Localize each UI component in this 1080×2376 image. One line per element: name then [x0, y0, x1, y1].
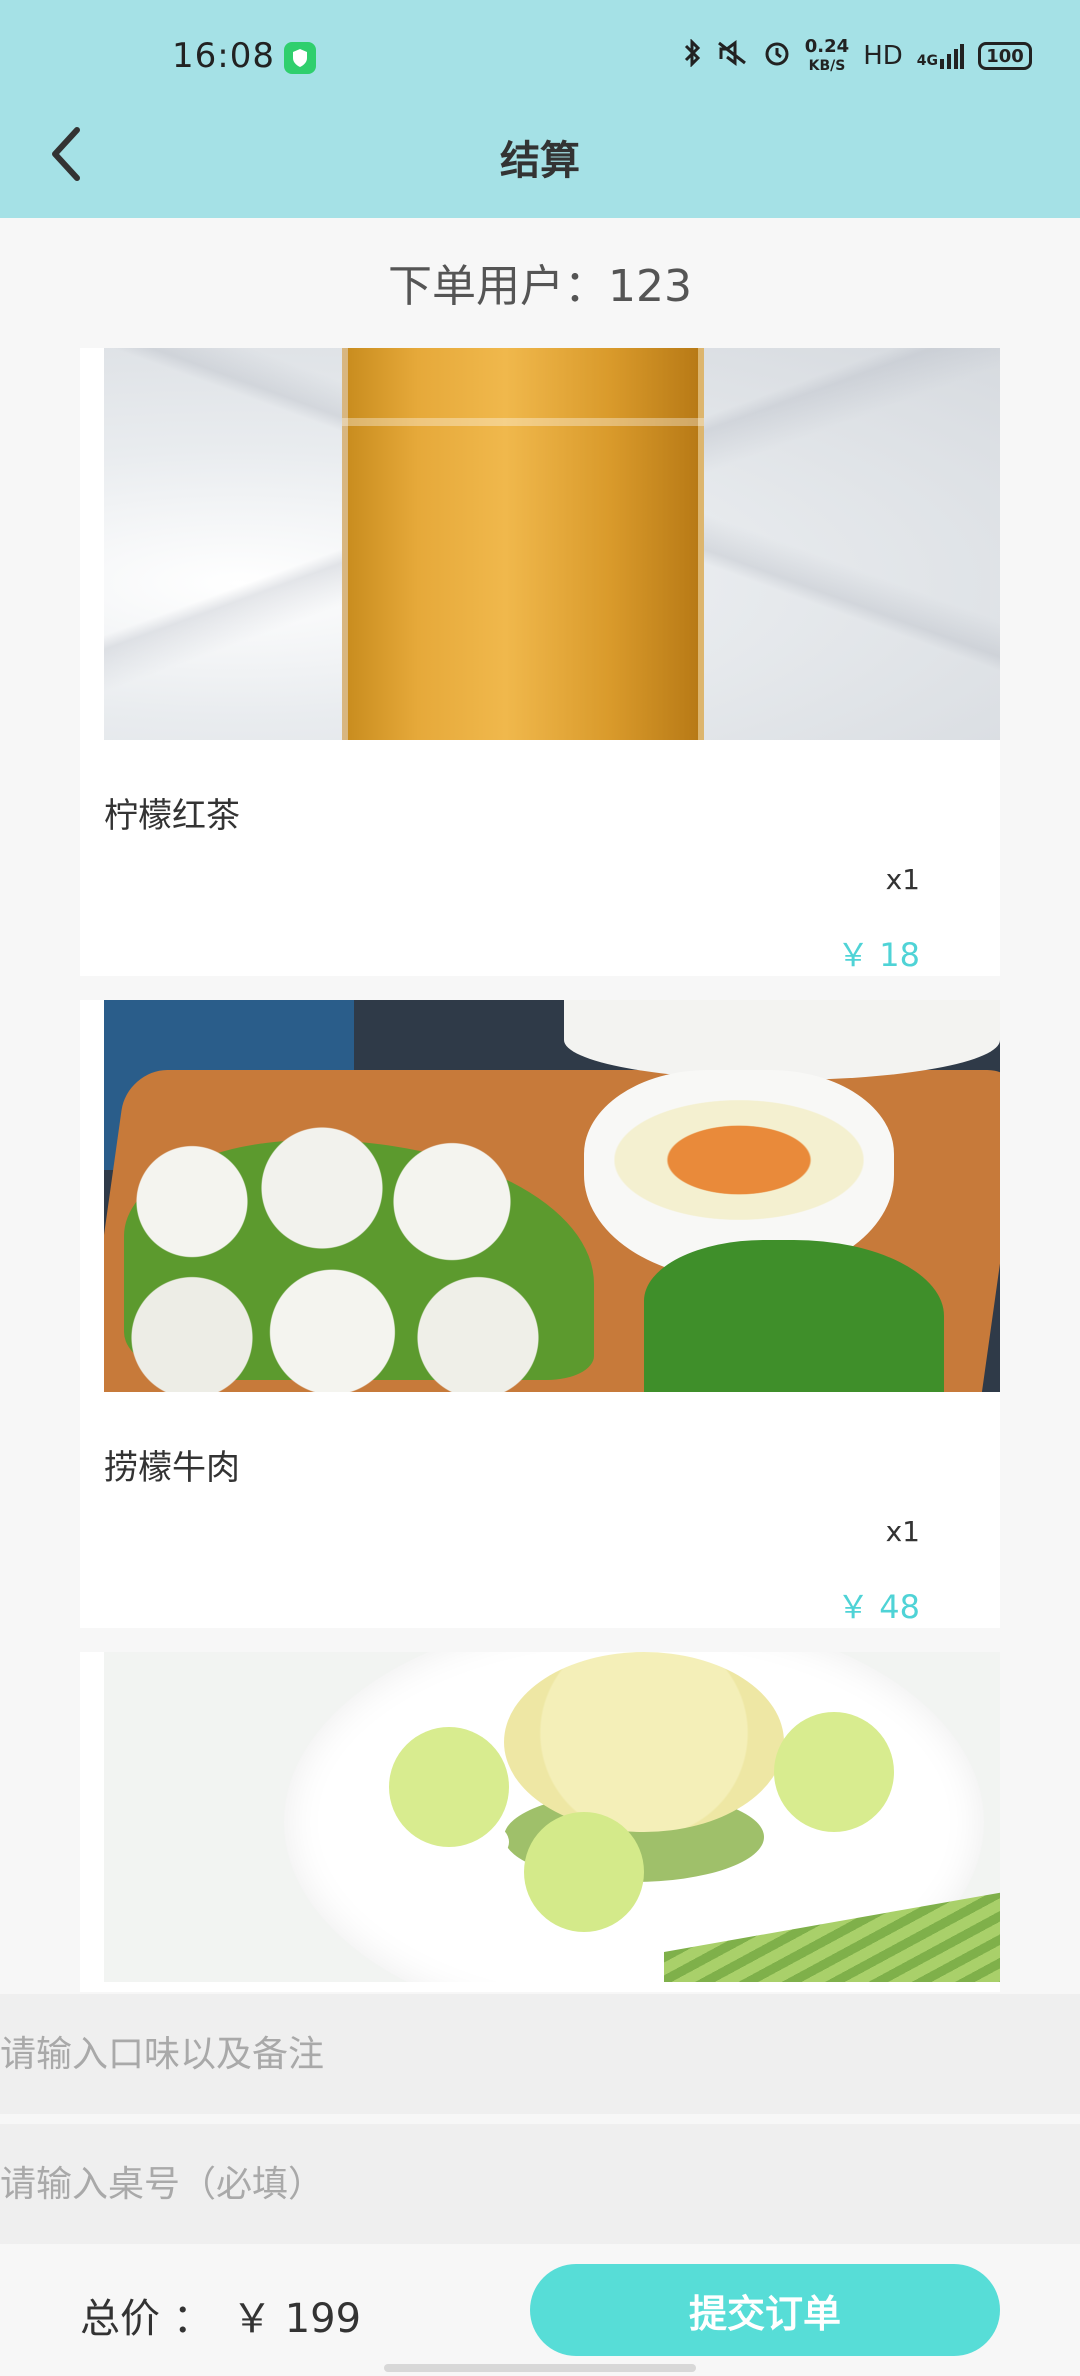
page-title: 结算 [500, 138, 580, 184]
net-speed-unit: KB/S [808, 57, 846, 74]
status-time: 16:08 [172, 36, 275, 76]
item-price: ￥ 18 [837, 936, 920, 974]
net-speed-value: 0.24 [804, 35, 850, 57]
order-user: 下单用户：123 [388, 261, 692, 312]
battery-icon: 100 [978, 42, 1032, 70]
shield-icon [284, 42, 316, 74]
item-price: ￥ 48 [837, 1588, 920, 1626]
bluetooth-icon [683, 37, 701, 74]
signal-icon: 4G [917, 43, 964, 69]
total-label: 总价 ： [80, 2296, 213, 2342]
status-icons: 0.24 KB/S HD 4G 100 [683, 36, 1032, 76]
item-name: 柠檬红茶 [104, 796, 240, 836]
item-image [104, 1652, 1000, 1982]
submit-order-button[interactable]: 提交订单 [530, 2264, 1000, 2356]
item-name: 捞檬牛肉 [104, 1448, 240, 1488]
app-header: 16:08 0.24 KB/S HD 4G 100 结算 [0, 0, 1080, 218]
mute-icon [715, 39, 749, 74]
remark-input[interactable] [0, 1994, 1080, 2114]
list-item[interactable]: 捞檬牛肉 x1 ￥ 48 [80, 1000, 1000, 1628]
table-number-input[interactable] [0, 2124, 1080, 2244]
checkout-bar: 总价 ： ￥ 199 提交订单 [0, 2244, 1080, 2376]
alarm-icon [763, 39, 791, 74]
total-value: ￥ 199 [232, 2296, 362, 2342]
network-label: 4G [916, 53, 938, 69]
item-image [104, 1000, 1000, 1392]
list-item[interactable]: 柠檬红茶 x1 ￥ 18 [80, 348, 1000, 976]
item-quantity: x1 [885, 863, 920, 896]
list-item[interactable] [80, 1652, 1000, 1992]
home-indicator[interactable] [384, 2364, 696, 2372]
item-image [104, 348, 1000, 740]
net-speed: 0.24 KB/S [804, 35, 850, 75]
hd-label: HD [863, 41, 903, 71]
item-quantity: x1 [885, 1515, 920, 1548]
